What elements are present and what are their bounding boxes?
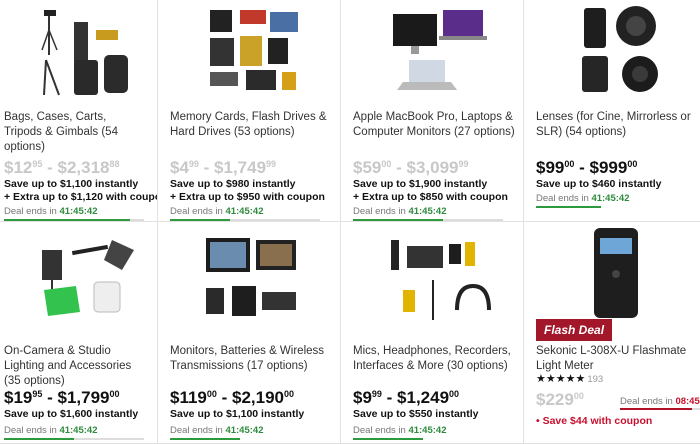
card-title[interactable]: Apple MacBook Pro, Laptops & Computer Mo… [353,110,521,140]
savings-text: Save up to $1,100 instantly [170,408,305,420]
card-price: $11900 - $2,19000 [170,388,295,407]
card-title[interactable]: Sekonic L-308X-U Flashmate Light Meter [536,344,698,374]
coupon-savings-text: • Save $44 with coupon [536,415,653,427]
deal-timer: Deal ends in 41:45:42 [170,425,264,436]
savings-text: Save up to $460 instantly [536,178,662,190]
flash-deal-badge: Flash Deal [536,319,613,341]
deal-timer: Deal ends in 41:45:42 [353,206,447,217]
savings-text: Save up to $1,600 instantly [4,408,139,420]
deal-timer: Deal ends in 41:45:42 [353,425,447,436]
card-price: $999 - $1,24900 [353,388,460,407]
deal-card-memory-cards[interactable]: Memory Cards, Flash Drives & Hard Drives… [158,0,341,222]
product-image-monitors-batteries[interactable] [170,230,340,330]
deal-timer: Deal ends in 41:45:42 [4,425,98,436]
deal-progress-bar [170,219,320,221]
product-image-memory-cards[interactable] [170,0,340,100]
deal-card-mics-headphones[interactable]: Mics, Headphones, Recorders, Interfaces … [341,222,524,444]
deal-progress-bar [620,408,700,410]
savings-text: Save up to $1,100 instantly + Extra up to… [4,178,158,203]
card-price: $22900 [536,390,584,409]
card-title[interactable]: On-Camera & Studio Lighting and Accessor… [4,344,147,389]
product-image-mics-headphones[interactable] [353,230,523,330]
card-title[interactable]: Memory Cards, Flash Drives & Hard Drives… [170,110,338,140]
deal-progress-bar [353,438,423,440]
card-title[interactable]: Monitors, Batteries & Wireless Transmiss… [170,344,338,374]
product-image-sekonic-meter[interactable] [536,222,700,332]
rating-stars[interactable]: ★★★★★ 193 [536,372,603,385]
card-price: $9900 - $99900 [536,158,638,177]
product-image-lenses[interactable] [536,0,700,100]
deals-grid: Bags, Cases, Carts, Tripods & Gimbals (5… [0,0,700,444]
deal-card-lighting[interactable]: On-Camera & Studio Lighting and Accessor… [0,222,158,444]
savings-text: Save up to $550 instantly [353,408,479,420]
card-price: $5900 - $3,09999 [353,158,469,177]
deal-progress-bar [4,438,144,440]
savings-text: Save up to $1,900 instantly + Extra up to… [353,178,508,203]
card-price: $1295 - $2,31888 [4,158,120,177]
deal-progress-bar [170,438,240,440]
card-title[interactable]: Mics, Headphones, Recorders, Interfaces … [353,344,521,374]
deal-card-laptops-monitors[interactable]: Apple MacBook Pro, Laptops & Computer Mo… [341,0,524,222]
deal-timer: Deal ends in 41:45:42 [4,206,98,217]
card-price: $499 - $1,74999 [170,158,277,177]
deal-progress-bar [4,219,144,221]
savings-text: Save up to $980 instantly + Extra up to $… [170,178,325,203]
deal-timer: Deal ends in 41:45:42 [170,206,264,217]
deal-card-sekonic-meter[interactable]: Flash Deal Sekonic L-308X-U Flashmate Li… [524,222,700,444]
deal-timer: Deal ends in 08:45:4 [620,396,700,407]
deal-progress-bar [353,219,503,221]
deal-timer: Deal ends in 41:45:42 [536,193,630,204]
product-image-laptops-monitors[interactable] [353,0,523,100]
product-image-bags-tripods[interactable] [4,0,157,100]
deal-card-monitors-batteries[interactable]: Monitors, Batteries & Wireless Transmiss… [158,222,341,444]
product-image-lighting[interactable] [4,230,157,330]
card-title[interactable]: Lenses (for Cine, Mirrorless or SLR) (54… [536,110,698,140]
deal-card-lenses[interactable]: Lenses (for Cine, Mirrorless or SLR) (54… [524,0,700,222]
deal-progress-bar [536,206,601,208]
card-title[interactable]: Bags, Cases, Carts, Tripods & Gimbals (5… [4,110,147,155]
deal-card-bags-tripods[interactable]: Bags, Cases, Carts, Tripods & Gimbals (5… [0,0,158,222]
card-price: $1995 - $1,79900 [4,388,120,407]
